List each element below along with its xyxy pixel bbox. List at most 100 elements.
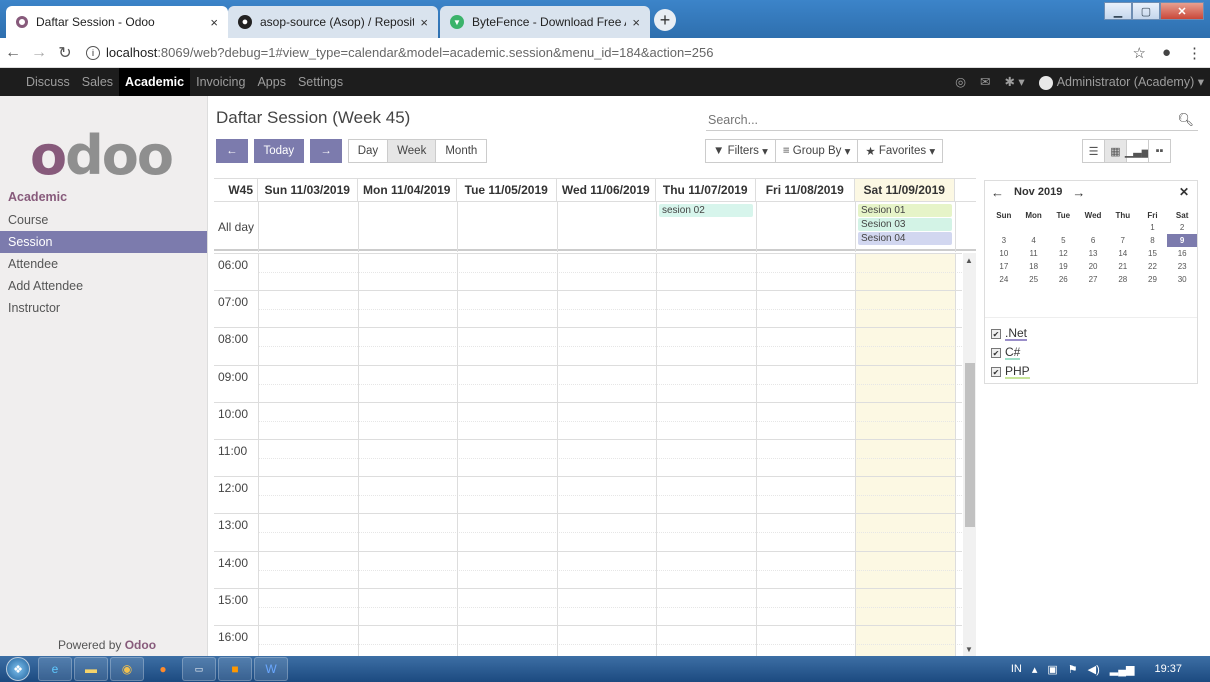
sidebar-item-course[interactable]: Course <box>0 209 207 231</box>
hour-row[interactable]: 15:00 <box>214 587 962 625</box>
day-header[interactable]: Mon 11/04/2019 <box>358 179 457 201</box>
mini-day[interactable]: 19 <box>1048 260 1078 273</box>
menu-academic[interactable]: Academic <box>119 68 191 96</box>
day-header[interactable]: Thu 11/07/2019 <box>656 179 756 201</box>
calendar-event[interactable]: sesion 02 <box>659 204 753 217</box>
tray-expand-icon[interactable]: ▴ <box>1032 663 1038 676</box>
mini-day[interactable]: 15 <box>1138 247 1168 260</box>
kanban-view-icon[interactable]: ▪▪ <box>1148 139 1171 163</box>
back-arrow-icon[interactable]: ← <box>0 44 26 62</box>
firefox-icon[interactable]: ● <box>146 657 180 681</box>
mini-day[interactable]: 10 <box>989 247 1019 260</box>
explorer-folder-icon[interactable]: ▬ <box>74 657 108 681</box>
menu-kebab-icon[interactable]: ⋮ <box>1187 44 1202 62</box>
odoo-logo[interactable]: odoo <box>30 124 174 187</box>
close-icon[interactable]: × <box>632 15 640 30</box>
forward-arrow-icon[interactable]: → <box>26 44 52 62</box>
day-header[interactable]: Sat 11/09/2019 <box>855 179 955 201</box>
checkbox-icon[interactable]: ✔ <box>991 328 1001 339</box>
network-icon[interactable]: ▣ <box>1047 663 1057 676</box>
hour-row[interactable]: 10:00 <box>214 401 962 439</box>
menu-apps[interactable]: Apps <box>251 68 292 96</box>
checkbox-icon[interactable]: ✔ <box>991 366 1001 377</box>
mini-close-icon[interactable]: ✕ <box>1179 185 1189 199</box>
sublime-icon[interactable]: ■ <box>218 657 252 681</box>
scroll-down-icon[interactable]: ▼ <box>965 645 973 654</box>
time-grid[interactable]: 06:00 07:00 08:00 09:00 10:00 11:00 12:00 13:00… <box>214 253 976 657</box>
mini-prev-icon[interactable]: ← <box>991 185 1004 200</box>
browser-tab-bytefence[interactable]: ▼ ByteFence - Download Free Antiv × <box>440 6 650 38</box>
today-button[interactable]: Today <box>253 139 305 163</box>
maximize-button[interactable]: ▢ <box>1132 2 1160 20</box>
calendar-view-icon[interactable]: ▦ <box>1104 139 1127 163</box>
sidebar-item-attendee[interactable]: Attendee <box>0 253 207 275</box>
close-icon[interactable]: × <box>210 15 218 30</box>
favorites-dropdown[interactable]: ★ Favorites ▾ <box>857 139 944 163</box>
mini-day[interactable]: 9 <box>1167 234 1197 247</box>
info-icon[interactable]: i <box>86 45 100 60</box>
ie-icon[interactable]: e <box>38 657 72 681</box>
mini-day[interactable]: 11 <box>1019 247 1049 260</box>
calendar-event[interactable]: Sesion 04 <box>858 232 952 245</box>
hour-row[interactable]: 14:00 <box>214 550 962 588</box>
mini-day[interactable]: 20 <box>1078 260 1108 273</box>
mini-day[interactable]: 3 <box>989 234 1019 247</box>
mini-day[interactable]: 21 <box>1108 260 1138 273</box>
day-header[interactable]: Fri 11/08/2019 <box>756 179 855 201</box>
hour-row[interactable]: 08:00 <box>214 327 962 364</box>
url-field[interactable]: i localhost:8069/web?debug=1#view_type=c… <box>86 45 713 60</box>
bookmark-star-icon[interactable]: ☆ <box>1132 44 1145 62</box>
hour-row[interactable]: 11:00 <box>214 439 962 476</box>
hour-row[interactable]: 12:00 <box>214 476 962 513</box>
graph-view-icon[interactable]: ▁▃▅ <box>1125 139 1150 163</box>
minimize-button[interactable]: ▁ <box>1104 2 1132 20</box>
mini-day[interactable]: 23 <box>1167 260 1197 273</box>
mini-next-icon[interactable]: → <box>1072 185 1085 200</box>
volume-icon[interactable]: ◀) <box>1088 663 1100 676</box>
mini-day[interactable]: 14 <box>1108 247 1138 260</box>
day-view-button[interactable]: Day <box>347 139 389 163</box>
mini-day[interactable]: 13 <box>1078 247 1108 260</box>
powered-by-link[interactable]: Odoo <box>125 638 156 652</box>
word-icon[interactable]: W <box>254 657 288 681</box>
close-icon[interactable]: × <box>420 15 428 30</box>
previous-button[interactable]: ← <box>216 139 248 163</box>
calendar-event[interactable]: Sesion 01 <box>858 204 952 217</box>
mini-day[interactable]: 4 <box>1019 234 1049 247</box>
mini-day[interactable]: 22 <box>1138 260 1168 273</box>
mini-day[interactable]: 17 <box>989 260 1019 273</box>
sidebar-item-add-attendee[interactable]: Add Attendee <box>0 275 207 297</box>
legend-filter-item[interactable]: ✔ .Net <box>985 324 1197 343</box>
mini-month-label[interactable]: Nov 2019 <box>1014 186 1062 198</box>
day-header[interactable]: Wed 11/06/2019 <box>557 179 656 201</box>
clock[interactable]: 19:37 <box>1154 663 1182 675</box>
hour-row[interactable]: 16:00 <box>214 625 962 657</box>
mini-day[interactable]: 27 <box>1078 273 1108 286</box>
scroll-thumb[interactable] <box>965 363 975 527</box>
week-view-button[interactable]: Week <box>387 139 437 163</box>
language-indicator[interactable]: IN <box>1011 663 1022 675</box>
search-icon[interactable]: 🔍︎ <box>1177 112 1194 128</box>
start-button[interactable]: ❖ <box>0 656 36 682</box>
reload-icon[interactable]: ↻ <box>52 43 78 63</box>
mini-day[interactable]: 2 <box>1167 221 1197 234</box>
day-header[interactable]: Sun 11/03/2019 <box>258 179 358 201</box>
menu-invoicing[interactable]: Invoicing <box>190 68 251 96</box>
mini-day[interactable]: 25 <box>1019 273 1049 286</box>
legend-filter-item[interactable]: ✔ PHP <box>985 362 1197 381</box>
month-view-button[interactable]: Month <box>435 139 488 163</box>
browser-tab-odoo[interactable]: Daftar Session - Odoo × <box>6 6 228 38</box>
browser-tab-github[interactable]: ● asop-source (Asop) / Repositorie × <box>228 6 438 38</box>
filters-dropdown[interactable]: ▼ Filters ▾ <box>705 139 776 163</box>
sidebar-item-session[interactable]: Session <box>0 231 207 253</box>
window-close-button[interactable]: ✕ <box>1160 2 1204 20</box>
list-view-icon[interactable]: ☰ <box>1082 139 1105 163</box>
day-header[interactable]: Tue 11/05/2019 <box>457 179 557 201</box>
mini-day[interactable]: 16 <box>1167 247 1197 260</box>
hour-row[interactable]: 06:00 <box>214 253 962 290</box>
next-button[interactable]: → <box>310 139 342 163</box>
signal-icon[interactable]: ▂▄▆ <box>1110 663 1135 676</box>
flag-icon[interactable]: ⚑ <box>1068 663 1078 676</box>
mini-day[interactable]: 29 <box>1138 273 1168 286</box>
menu-sales[interactable]: Sales <box>76 68 119 96</box>
